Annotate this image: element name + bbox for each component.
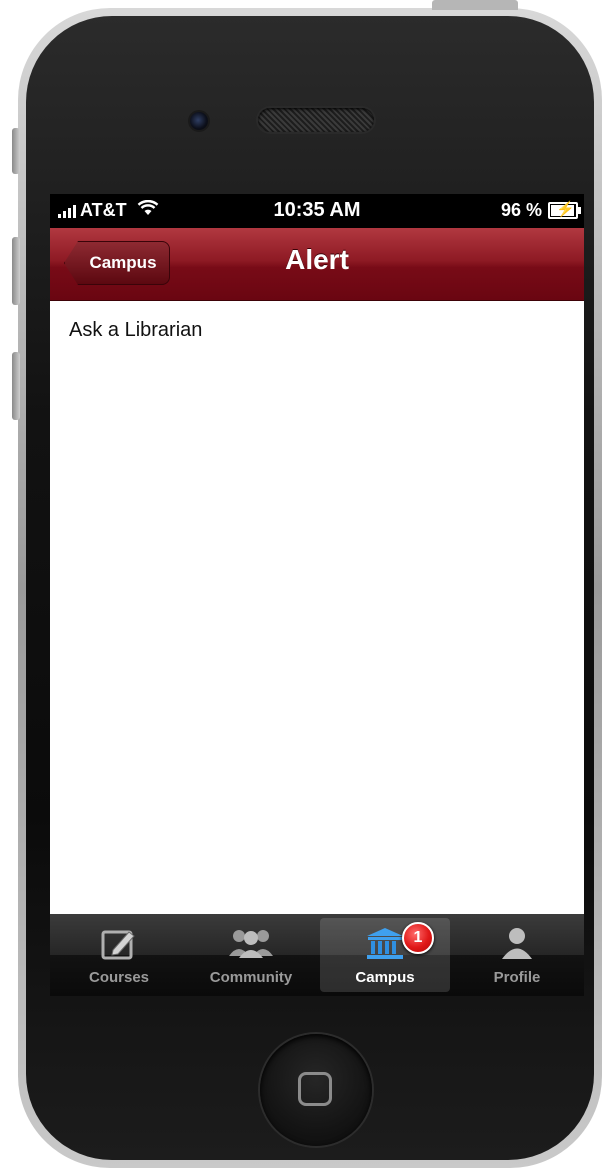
front-camera [190,112,208,130]
battery-charging-icon: ⚡ [548,201,581,219]
status-right: 96 % ⚡ [500,200,581,221]
status-bar: AT&T 10:35 AM 96 % ⚡ [50,194,584,228]
tab-community[interactable]: Community [186,918,316,992]
compose-icon [99,926,139,967]
screen: AT&T 10:35 AM 96 % ⚡ Campus Alert Ask a … [50,194,584,996]
campus-building-icon [363,926,407,965]
tab-bar: Courses Community 1 Campus Profile [50,914,584,996]
navigation-bar: Campus Alert [50,228,584,301]
home-button[interactable] [260,1034,372,1146]
battery-percent: 96 % [500,200,542,220]
community-icon [227,926,275,965]
tab-label: Courses [88,969,150,986]
alert-content: Ask a Librarian [50,301,584,914]
volume-up-button [12,237,20,305]
page-title: Alert [285,244,349,275]
tab-label: Campus [355,969,415,986]
tab-campus[interactable]: 1 Campus [320,918,450,992]
tab-profile[interactable]: Profile [452,918,582,992]
home-square-icon [298,1072,332,1106]
earpiece-speaker [258,108,374,132]
power-button [432,0,518,10]
alert-text: Ask a Librarian [69,319,203,341]
tab-label: Profile [493,969,541,986]
tab-label: Community [209,969,293,986]
profile-icon [500,926,534,965]
mute-switch [12,128,20,174]
tab-courses[interactable]: Courses [54,918,184,992]
volume-down-button [12,352,20,420]
notification-badge: 1 [402,922,434,954]
